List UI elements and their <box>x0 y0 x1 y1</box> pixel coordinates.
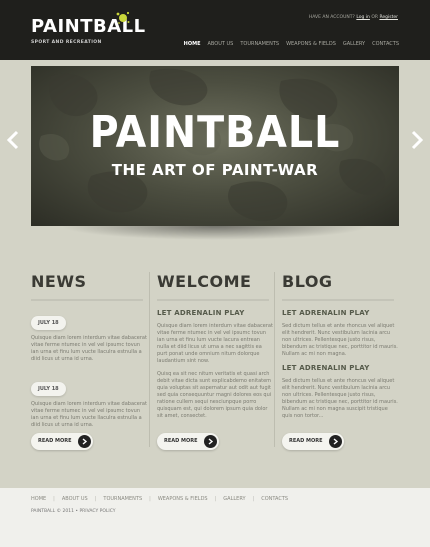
nav-weapons-fields[interactable]: WEAPONS & FIELDS <box>286 41 336 47</box>
blog-post-title[interactable]: LET ADRENALIN PLAY <box>282 309 398 317</box>
news-section: NEWS JULY 18 Quisque diam lorem interdum… <box>31 272 147 429</box>
read-more-label: READ MORE <box>289 438 323 444</box>
main-nav: HOME ABOUT US TOURNAMENTS WEAPONS & FIEL… <box>184 41 399 47</box>
welcome-paragraph: Quisq ea sit nec nitum veritatis et quas… <box>157 371 272 419</box>
footer-nav-about-us[interactable]: ABOUT US <box>62 496 88 502</box>
chevron-right-icon[interactable] <box>410 130 424 150</box>
welcome-read-more-button[interactable]: READ MORE <box>157 433 219 450</box>
blog-post-title[interactable]: LET ADRENALIN PLAY <box>282 364 398 372</box>
blog-post-text: Sed dictum tellus et ante rhoncus vel al… <box>282 323 398 357</box>
footer-nav-contacts[interactable]: CONTACTS <box>261 496 288 502</box>
blog-post: LET ADRENALIN PLAY Sed dictum tellus et … <box>282 309 398 358</box>
nav-about-us[interactable]: ABOUT US <box>208 41 234 47</box>
blog-title: BLOG <box>282 272 333 291</box>
site-header: PAINTBALL SPORT AND RECREATION HAVE AN A… <box>0 0 430 60</box>
blog-post-text: Sed dictum tellus et ante rhoncus vel al… <box>282 378 398 419</box>
account-links: HAVE AN ACCOUNT? Log in OR Register <box>309 15 398 20</box>
read-more-label: READ MORE <box>164 438 198 444</box>
nav-tournaments[interactable]: TOURNAMENTS <box>240 41 279 47</box>
news-text: Quisque diam lorem interdum vitae dabace… <box>31 335 147 362</box>
chevron-left-icon[interactable] <box>6 130 20 150</box>
register-link[interactable]: Register <box>379 15 398 20</box>
read-more-label: READ MORE <box>38 438 72 444</box>
welcome-title: WELCOME <box>157 272 252 291</box>
hero-banner: PAINTBALL THE ART OF PAINT-WAR <box>31 66 399 226</box>
footer-nav-weapons-fields[interactable]: WEAPONS & FIELDS <box>158 496 208 502</box>
footer-nav: HOME | ABOUT US | TOURNAMENTS | WEAPONS … <box>31 496 288 502</box>
section-rule <box>31 299 143 301</box>
footer-nav-gallery[interactable]: GALLERY <box>223 496 245 502</box>
blog-read-more-button[interactable]: READ MORE <box>282 433 344 450</box>
news-date: JULY 18 <box>31 316 66 330</box>
site-tagline: SPORT AND RECREATION <box>31 40 102 45</box>
nav-home[interactable]: HOME <box>184 41 201 47</box>
footer-copyright: PAINTBALL © 2011 • PRIVACY POLICY <box>31 509 116 514</box>
arrow-right-icon <box>204 435 217 448</box>
footer-separator: | <box>94 496 97 502</box>
news-title: NEWS <box>31 272 87 291</box>
footer-separator: | <box>252 496 255 502</box>
news-item: JULY 18 Quisque diam lorem interdum vita… <box>31 309 147 363</box>
paint-splat-icon <box>116 11 130 24</box>
welcome-subhead: LET ADRENALIN PLAY <box>157 309 245 317</box>
news-date: JULY 18 <box>31 382 66 396</box>
section-rule <box>282 299 394 301</box>
news-read-more-button[interactable]: READ MORE <box>31 433 93 450</box>
nav-gallery[interactable]: GALLERY <box>343 41 365 47</box>
footer-nav-home[interactable]: HOME <box>31 496 46 502</box>
hero-subtitle: THE ART OF PAINT-WAR <box>111 161 319 179</box>
hero-title: PAINTBALL <box>89 107 341 158</box>
footer-separator: | <box>149 496 151 502</box>
welcome-paragraph: Quisque diam lorem interdum vitae dabace… <box>157 323 273 364</box>
column-divider <box>149 272 150 447</box>
arrow-right-icon <box>329 435 342 448</box>
news-text: Quisque diam lorem interdum vitae dabace… <box>31 401 147 428</box>
login-link[interactable]: Log in <box>356 15 370 20</box>
footer-separator: | <box>53 496 55 502</box>
footer-separator: | <box>214 496 217 502</box>
blog-post: LET ADRENALIN PLAY Sed dictum tellus et … <box>282 364 398 420</box>
blog-section: BLOG LET ADRENALIN PLAY Sed dictum tellu… <box>282 272 398 420</box>
footer-nav-tournaments[interactable]: TOURNAMENTS <box>103 496 142 502</box>
news-item: JULY 18 Quisque diam lorem interdum vita… <box>31 375 147 429</box>
section-rule <box>157 299 269 301</box>
column-divider <box>274 272 275 447</box>
nav-contacts[interactable]: CONTACTS <box>372 41 399 47</box>
account-prompt: HAVE AN ACCOUNT? <box>308 15 355 20</box>
welcome-section: WELCOME LET ADRENALIN PLAY Quisque diam … <box>157 272 273 420</box>
account-or: OR <box>371 15 379 20</box>
arrow-right-icon <box>78 435 91 448</box>
